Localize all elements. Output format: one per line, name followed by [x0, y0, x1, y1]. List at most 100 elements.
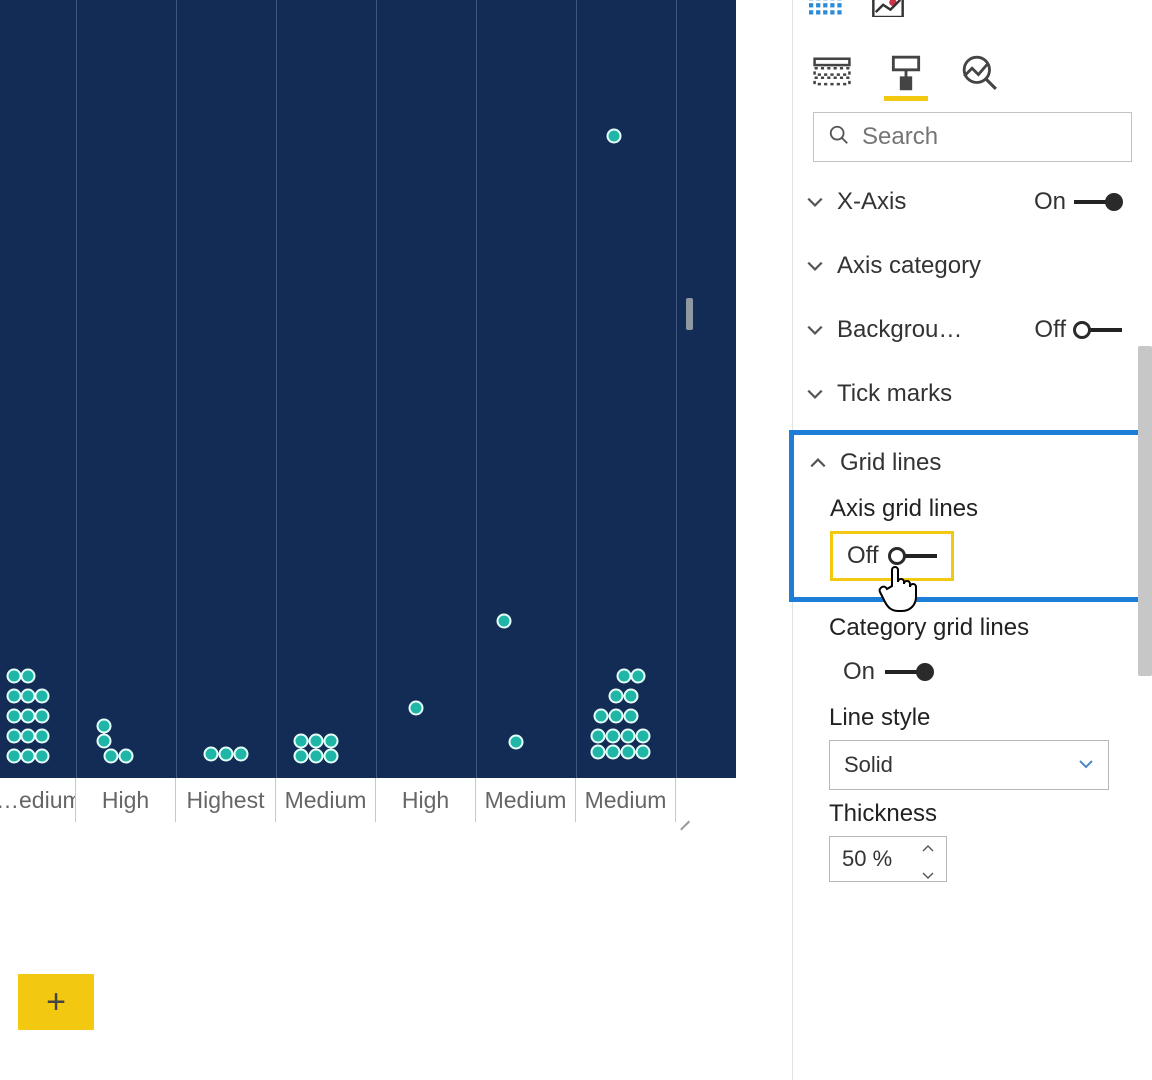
thickness-label: Thickness — [829, 800, 1152, 828]
axis-grid-lines-toggle-text: Off — [847, 542, 879, 570]
chart-data-point[interactable] — [119, 749, 134, 764]
chart-axis-label: Medium — [276, 778, 376, 822]
axis-grid-lines-toggle[interactable] — [889, 549, 937, 563]
chart-data-point[interactable] — [104, 749, 119, 764]
chart-category-gridline — [76, 0, 77, 778]
chart-data-point[interactable] — [21, 749, 36, 764]
chart-data-point[interactable] — [609, 709, 624, 724]
chart-data-point[interactable] — [636, 745, 651, 760]
visualizations-icon[interactable] — [809, 0, 843, 22]
chart-x-axis: …ediumHighHighestMediumHighMediumMedium — [0, 778, 736, 822]
chart-data-point[interactable] — [294, 749, 309, 764]
analytics-tab[interactable] — [957, 50, 1003, 96]
chevron-down-icon — [803, 190, 827, 214]
chart-data-point[interactable] — [607, 129, 622, 144]
chart-data-point[interactable] — [7, 689, 22, 704]
chart-resize-handle[interactable] — [672, 804, 690, 822]
prop-x-axis[interactable]: X-Axis On — [793, 170, 1152, 234]
search-input-wrap[interactable] — [813, 112, 1132, 162]
chart-axis-label: Medium — [476, 778, 576, 822]
chart-category-gridline — [376, 0, 377, 778]
chart-data-point[interactable] — [324, 749, 339, 764]
chart-scrollbar-thumb[interactable] — [686, 298, 693, 330]
thickness-unit: % — [873, 846, 893, 871]
format-tab[interactable] — [883, 50, 929, 96]
chart-data-point[interactable] — [7, 749, 22, 764]
category-grid-lines-label: Category grid lines — [829, 614, 1152, 642]
plus-icon: + — [46, 983, 66, 1022]
chart-data-point[interactable] — [591, 729, 606, 744]
axis-category-label: Axis category — [837, 252, 1152, 280]
chart-data-point[interactable] — [309, 734, 324, 749]
x-axis-toggle[interactable] — [1074, 195, 1122, 209]
background-toggle[interactable] — [1074, 323, 1122, 337]
chart-data-point[interactable] — [624, 709, 639, 724]
chart-data-point[interactable] — [234, 747, 249, 762]
chart-data-point[interactable] — [606, 729, 621, 744]
chart-data-point[interactable] — [7, 709, 22, 724]
chart-data-point[interactable] — [97, 734, 112, 749]
chart-data-point[interactable] — [591, 745, 606, 760]
prop-grid-lines[interactable]: Grid lines — [798, 437, 1135, 489]
chart-data-point[interactable] — [609, 689, 624, 704]
stepper-down-icon[interactable] — [922, 860, 934, 886]
grid-lines-label: Grid lines — [840, 449, 1135, 477]
chart-data-point[interactable] — [497, 614, 512, 629]
chart-data-point[interactable] — [21, 709, 36, 724]
chart-data-point[interactable] — [624, 689, 639, 704]
chart-data-point[interactable] — [21, 689, 36, 704]
chart-data-point[interactable] — [606, 745, 621, 760]
formatting-pane: X-Axis On Axis category Backgrou… — [792, 0, 1152, 1080]
search-input[interactable] — [862, 123, 1117, 151]
chart-data-point[interactable] — [509, 735, 524, 750]
chart-data-point[interactable] — [35, 689, 50, 704]
chart-axis-label: High — [376, 778, 476, 822]
prop-axis-category[interactable]: Axis category — [793, 234, 1152, 298]
chart-data-point[interactable] — [621, 745, 636, 760]
chart-data-point[interactable] — [409, 701, 424, 716]
chart-data-point[interactable] — [21, 669, 36, 684]
chart-data-point[interactable] — [35, 749, 50, 764]
x-axis-toggle-text: On — [1034, 188, 1066, 216]
chart-data-point[interactable] — [21, 729, 36, 744]
chart-data-point[interactable] — [631, 669, 646, 684]
chart-data-point[interactable] — [309, 749, 324, 764]
thickness-value: 50 — [842, 846, 866, 871]
chart-data-point[interactable] — [294, 734, 309, 749]
chart-data-point[interactable] — [204, 747, 219, 762]
prop-tick-marks[interactable]: Tick marks — [793, 362, 1152, 426]
chevron-up-icon — [806, 451, 830, 475]
chart-data-point[interactable] — [7, 729, 22, 744]
search-icon — [828, 124, 850, 151]
chevron-down-icon — [803, 254, 827, 278]
line-style-select[interactable]: Solid — [829, 740, 1109, 790]
category-grid-lines-toggle-text: On — [843, 658, 875, 686]
add-page-button[interactable]: + — [18, 974, 94, 1030]
line-style-label: Line style — [829, 704, 1152, 732]
chart-data-point[interactable] — [35, 729, 50, 744]
thickness-stepper[interactable]: 50 % — [829, 836, 947, 882]
analytics-pane-icon[interactable] — [871, 0, 905, 22]
chart-data-point[interactable] — [324, 734, 339, 749]
chart-data-point[interactable] — [97, 719, 112, 734]
pane-scrollbar-thumb[interactable] — [1138, 346, 1152, 676]
chart-data-point[interactable] — [7, 669, 22, 684]
x-axis-label: X-Axis — [837, 188, 1024, 216]
chart-visual[interactable]: …ediumHighHighestMediumHighMediumMedium — [0, 0, 736, 824]
chart-data-point[interactable] — [594, 709, 609, 724]
chart-data-point[interactable] — [636, 729, 651, 744]
chart-category-gridline — [476, 0, 477, 778]
axis-grid-lines-label: Axis grid lines — [830, 495, 1135, 523]
prop-grid-lines-highlight: Grid lines Axis grid lines Off — [789, 430, 1144, 602]
chart-category-gridline — [276, 0, 277, 778]
stepper-up-icon[interactable] — [922, 832, 934, 858]
chart-data-point[interactable] — [621, 729, 636, 744]
report-canvas[interactable]: …ediumHighHighestMediumHighMediumMedium … — [0, 0, 792, 1080]
chart-category-gridline — [176, 0, 177, 778]
fields-tab[interactable] — [809, 50, 855, 96]
category-grid-lines-toggle[interactable] — [885, 665, 933, 679]
prop-background[interactable]: Backgrou… Off — [793, 298, 1152, 362]
chart-data-point[interactable] — [35, 709, 50, 724]
chart-data-point[interactable] — [617, 669, 632, 684]
chart-data-point[interactable] — [219, 747, 234, 762]
